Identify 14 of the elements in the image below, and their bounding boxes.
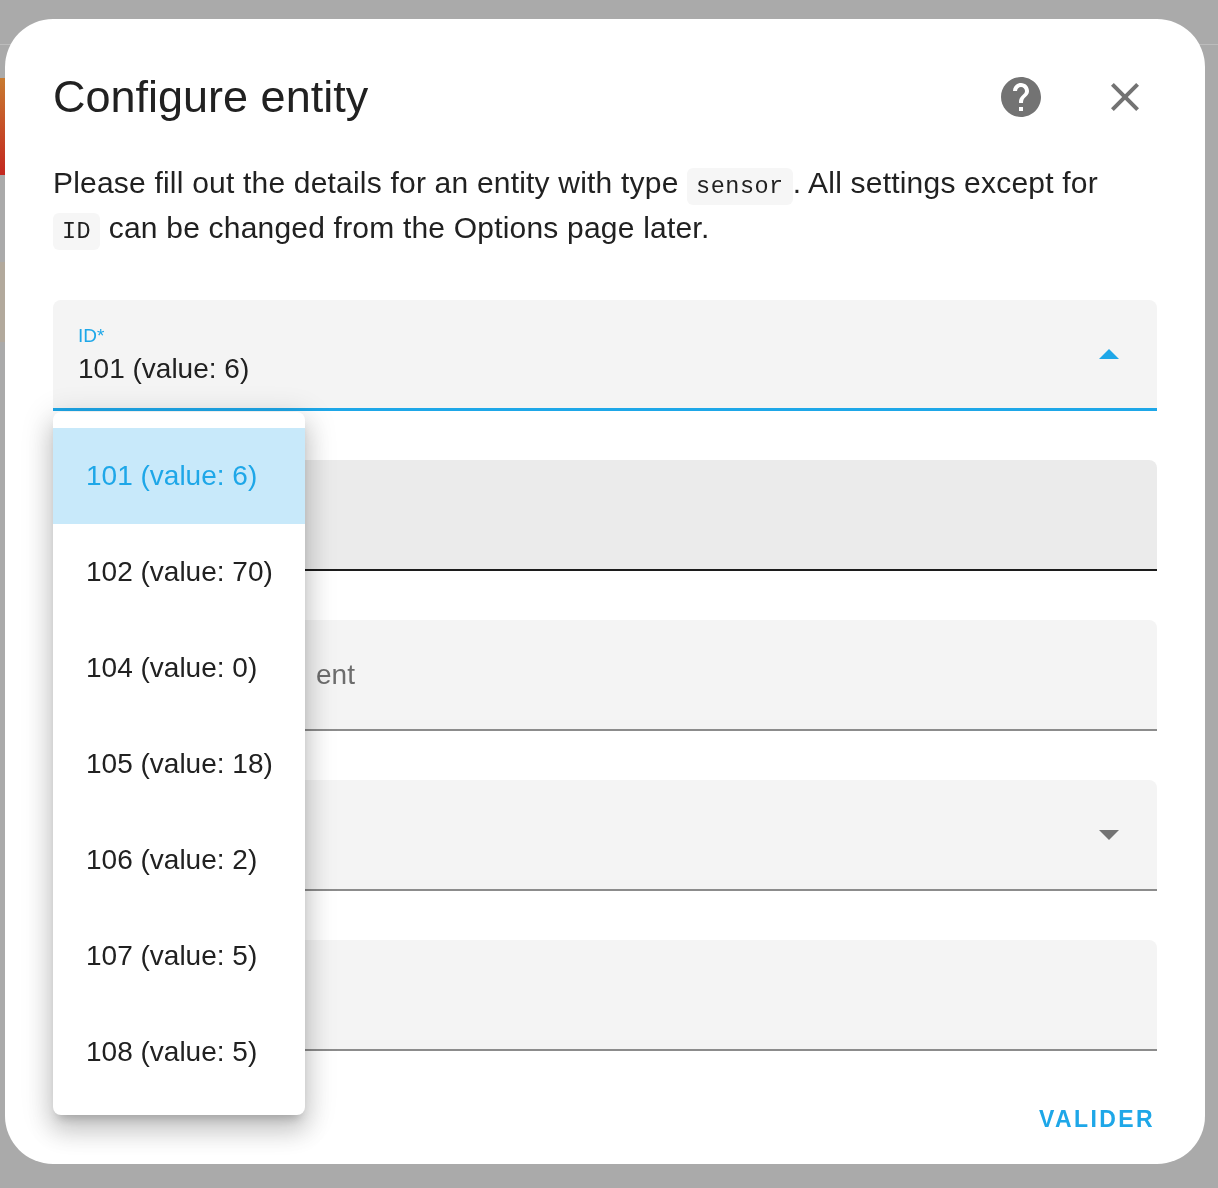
menu-option[interactable]: 106 (value: 2)	[53, 812, 305, 908]
description-text: Please fill out the details for an entity with type sensor . All settings except for ID can be changed from the Options page later.	[53, 162, 1127, 252]
menu-option[interactable]: 105 (value: 18)	[53, 716, 305, 812]
menu-option[interactable]: 108 (value: 5)	[53, 1004, 305, 1100]
field-label: ent	[316, 658, 355, 691]
dialog-title: Configure entity	[53, 71, 370, 123]
close-icon	[1111, 83, 1139, 111]
menu-option[interactable]: 104 (value: 0)	[53, 620, 305, 716]
menu-option[interactable]: 107 (value: 5)	[53, 908, 305, 1004]
field-value: 101 (value: 6)	[78, 353, 250, 385]
menu-option[interactable]: 102 (value: 70)	[53, 524, 305, 620]
field-label: ID*	[78, 325, 105, 347]
select-field[interactable]: ID* 101 (value: 6)	[53, 300, 1157, 411]
help-icon	[1001, 77, 1041, 117]
